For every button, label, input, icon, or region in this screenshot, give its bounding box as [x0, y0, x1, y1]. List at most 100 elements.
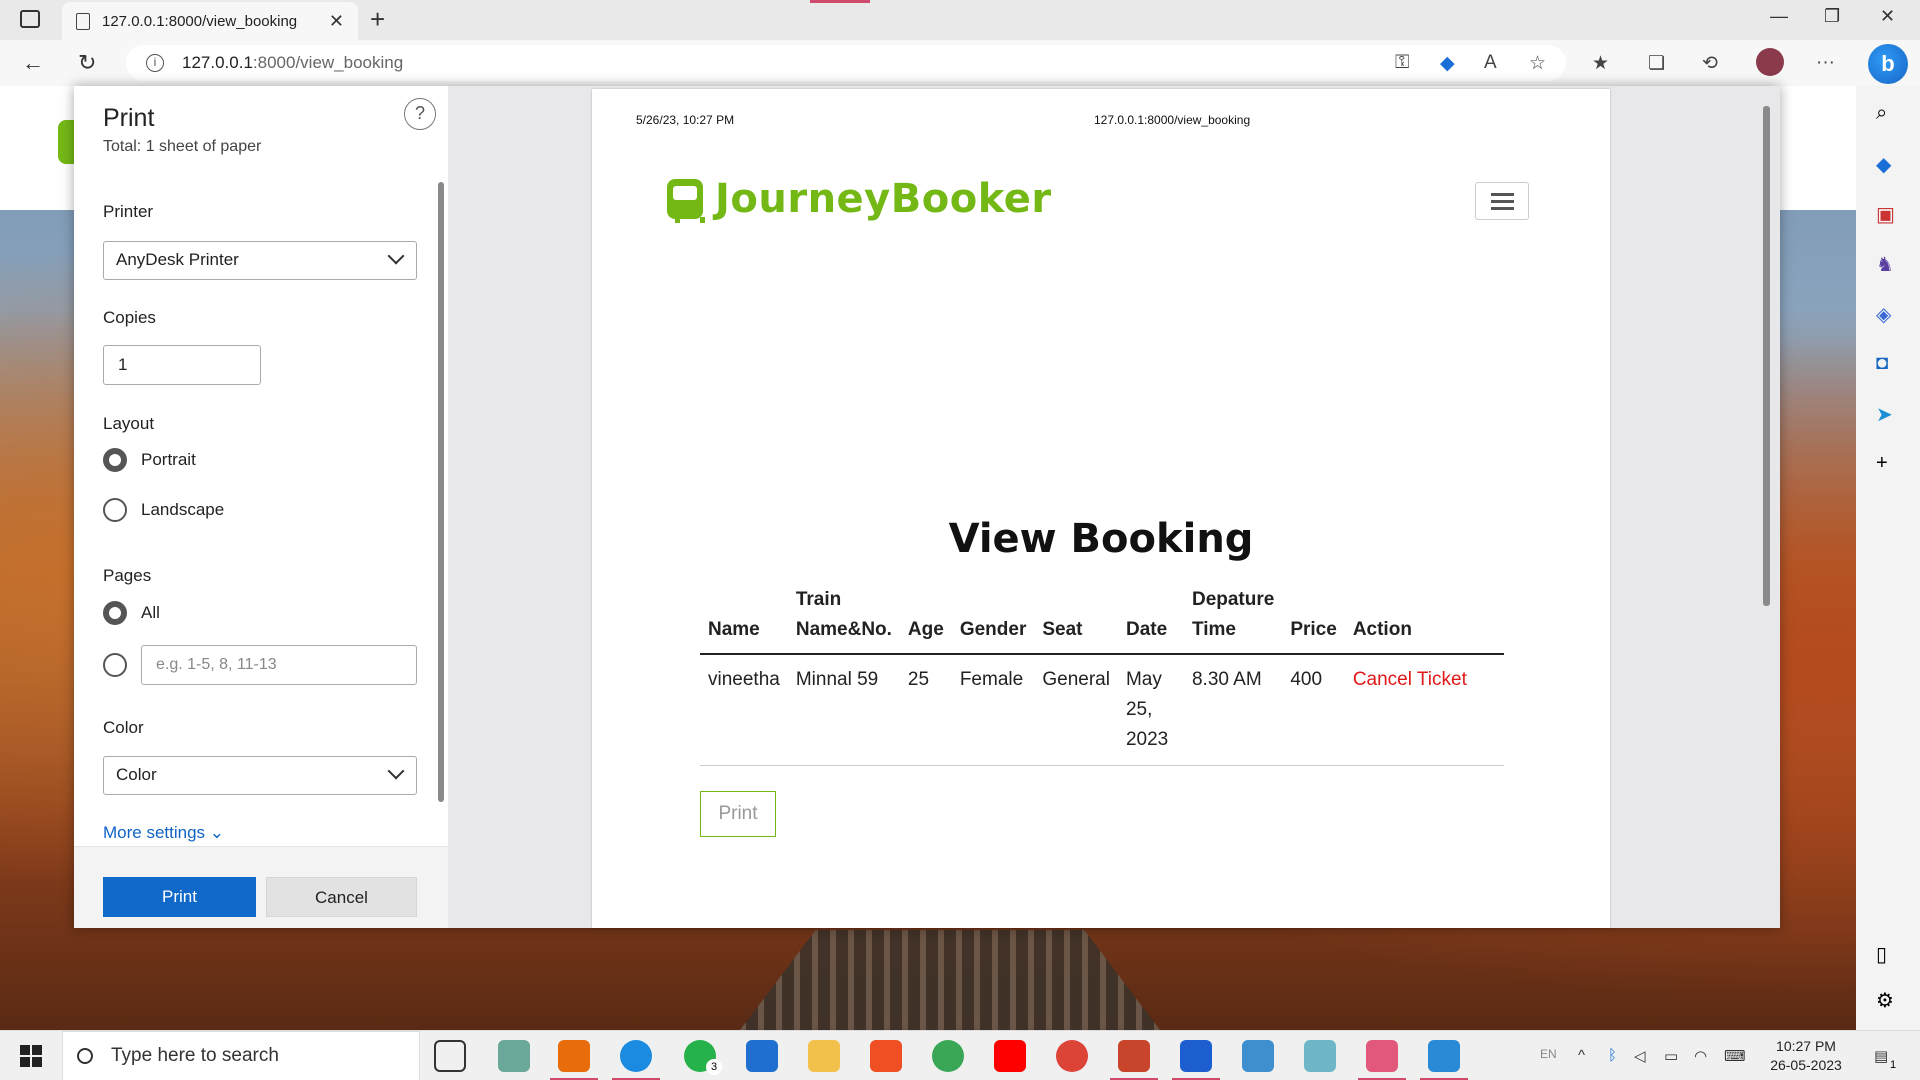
- back-button[interactable]: ←: [22, 50, 44, 76]
- site-info-icon[interactable]: i: [146, 54, 164, 72]
- photos-icon[interactable]: [1242, 1040, 1274, 1072]
- browser-tab[interactable]: 127.0.0.1:8000/view_booking ✕: [62, 2, 358, 40]
- cancel-button[interactable]: Cancel: [266, 877, 417, 917]
- app-icon[interactable]: [1366, 1040, 1398, 1072]
- collections-icon[interactable]: ❏: [1648, 52, 1665, 75]
- address-bar[interactable]: i 127.0.0.1:8000/view_booking: [126, 45, 1566, 81]
- bing-chat-button[interactable]: b: [1868, 44, 1908, 84]
- notifications-icon[interactable]: ▤: [1874, 1047, 1888, 1065]
- powerpoint-icon[interactable]: [1118, 1040, 1150, 1072]
- mail-icon[interactable]: [746, 1040, 778, 1072]
- tab-bar: 127.0.0.1:8000/view_booking ✕ + — ❐ ✕: [0, 0, 1920, 40]
- print-header-url: 127.0.0.1:8000/view_booking: [1094, 113, 1251, 127]
- vscode-icon[interactable]: [1428, 1040, 1460, 1072]
- file-explorer-icon[interactable]: [808, 1040, 840, 1072]
- outlook-icon[interactable]: ◘: [1876, 352, 1888, 375]
- print-button[interactable]: Print: [103, 877, 256, 917]
- browser-toolbar: ← ↻ i 127.0.0.1:8000/view_booking ⚿ ◆ A …: [0, 40, 1920, 86]
- chatgpt-icon[interactable]: [498, 1040, 530, 1072]
- radio-selected-icon[interactable]: [103, 448, 127, 472]
- layout-portrait-option[interactable]: Portrait: [103, 448, 196, 472]
- print-header-date: 5/26/23, 10:27 PM: [636, 113, 735, 127]
- restore-button[interactable]: ❐: [1824, 6, 1840, 27]
- add-favorite-icon[interactable]: ☆: [1529, 52, 1546, 75]
- tab-actions-icon[interactable]: [20, 10, 40, 28]
- clock-time: 10:27 PM: [1776, 1038, 1836, 1054]
- radio-selected-icon[interactable]: [103, 601, 127, 625]
- youtube-icon[interactable]: [994, 1040, 1026, 1072]
- split-screen-icon[interactable]: ▯: [1876, 942, 1887, 967]
- taskbar: Type here to search 3 EN ^ ᛒ ◁ ▭ ◠ ⌨ 10:…: [0, 1030, 1920, 1080]
- favorites-icon[interactable]: ★: [1592, 52, 1609, 75]
- read-aloud-icon[interactable]: A: [1484, 52, 1497, 74]
- layout-label: Layout: [103, 414, 155, 433]
- preview-scroll-thumb[interactable]: [1763, 106, 1770, 606]
- preview-scrollbar[interactable]: [1760, 92, 1772, 922]
- chevron-down-icon: ⌄: [209, 823, 225, 842]
- page-range-input[interactable]: e.g. 1-5, 8, 11-13: [141, 645, 417, 685]
- chrome-icon[interactable]: [1056, 1040, 1088, 1072]
- help-icon[interactable]: ?: [404, 98, 436, 130]
- window-close-button[interactable]: ✕: [1880, 6, 1895, 27]
- more-menu-icon[interactable]: ···: [1816, 52, 1835, 74]
- new-tab-button[interactable]: +: [370, 4, 385, 35]
- col-train: Train Name&No.: [787, 577, 900, 655]
- app-icon[interactable]: [558, 1040, 590, 1072]
- table-row: vineetha Minnal 59 25 Female General May…: [700, 654, 1504, 766]
- refresh-button[interactable]: ↻: [78, 50, 96, 76]
- profile-avatar[interactable]: [1756, 48, 1784, 76]
- shopping-icon[interactable]: ◆: [1876, 152, 1891, 177]
- radio-unselected-icon[interactable]: [103, 498, 127, 522]
- col-price: Price: [1282, 577, 1345, 655]
- cell-train: Minnal 59: [787, 654, 900, 766]
- language-indicator[interactable]: EN: [1540, 1047, 1557, 1061]
- printer-select[interactable]: AnyDesk Printer: [103, 241, 417, 280]
- close-tab-icon[interactable]: ✕: [329, 11, 344, 32]
- send-icon[interactable]: ➤: [1876, 402, 1893, 427]
- search-icon[interactable]: ⌕: [1876, 102, 1887, 125]
- app-icon[interactable]: [1304, 1040, 1336, 1072]
- more-settings-link[interactable]: More settings ⌄: [103, 823, 224, 843]
- settings-gear-icon[interactable]: ⚙: [1876, 988, 1894, 1013]
- app-icon[interactable]: [1180, 1040, 1212, 1072]
- task-view-icon[interactable]: [434, 1040, 466, 1072]
- layout-landscape-option[interactable]: Landscape: [103, 498, 224, 522]
- taskbar-clock[interactable]: 10:27 PM 26-05-2023: [1760, 1037, 1852, 1075]
- office-icon[interactable]: ◈: [1876, 302, 1891, 327]
- tools-icon[interactable]: ▣: [1876, 202, 1895, 227]
- taskbar-search[interactable]: Type here to search: [62, 1031, 420, 1080]
- copies-input[interactable]: 1: [103, 345, 261, 385]
- chrome-profile-icon[interactable]: [932, 1040, 964, 1072]
- key-icon[interactable]: ⚿: [1395, 52, 1409, 74]
- volume-icon[interactable]: ◁: [1634, 1047, 1646, 1065]
- brand-logo: JourneyBooker: [667, 176, 1052, 223]
- radio-unselected-icon[interactable]: [103, 653, 127, 677]
- copies-label: Copies: [103, 308, 156, 327]
- sheet-count: Total: 1 sheet of paper: [103, 138, 262, 155]
- tag-icon[interactable]: ◆: [1440, 52, 1455, 75]
- train-icon: [667, 179, 705, 223]
- games-icon[interactable]: ♞: [1876, 252, 1894, 277]
- pages-custom-option[interactable]: [103, 653, 141, 677]
- keyboard-icon[interactable]: ⌨: [1724, 1047, 1746, 1065]
- pages-all-option[interactable]: All: [103, 601, 160, 625]
- pages-label: Pages: [103, 566, 152, 585]
- edge-icon[interactable]: [620, 1040, 652, 1072]
- windows-start-icon[interactable]: [20, 1045, 42, 1067]
- cell-gender: Female: [951, 654, 1035, 766]
- address-path: :8000/view_booking: [252, 53, 404, 72]
- battery-icon[interactable]: ▭: [1664, 1047, 1678, 1065]
- color-value: Color: [116, 765, 157, 784]
- address-host: 127.0.0.1: [182, 53, 253, 72]
- settings-scrollbar[interactable]: [438, 182, 444, 802]
- whatsapp-badge: 3: [706, 1059, 722, 1075]
- color-select[interactable]: Color: [103, 756, 417, 795]
- show-hidden-icons[interactable]: ^: [1578, 1047, 1585, 1064]
- wifi-icon[interactable]: ◠: [1694, 1047, 1707, 1065]
- menu-bar: [1491, 200, 1514, 203]
- bluetooth-icon[interactable]: ᛒ: [1608, 1047, 1617, 1064]
- add-sidebar-app-icon[interactable]: +: [1876, 452, 1888, 475]
- history-icon[interactable]: ⟲: [1702, 52, 1718, 75]
- minimize-button[interactable]: —: [1770, 6, 1788, 27]
- brave-icon[interactable]: [870, 1040, 902, 1072]
